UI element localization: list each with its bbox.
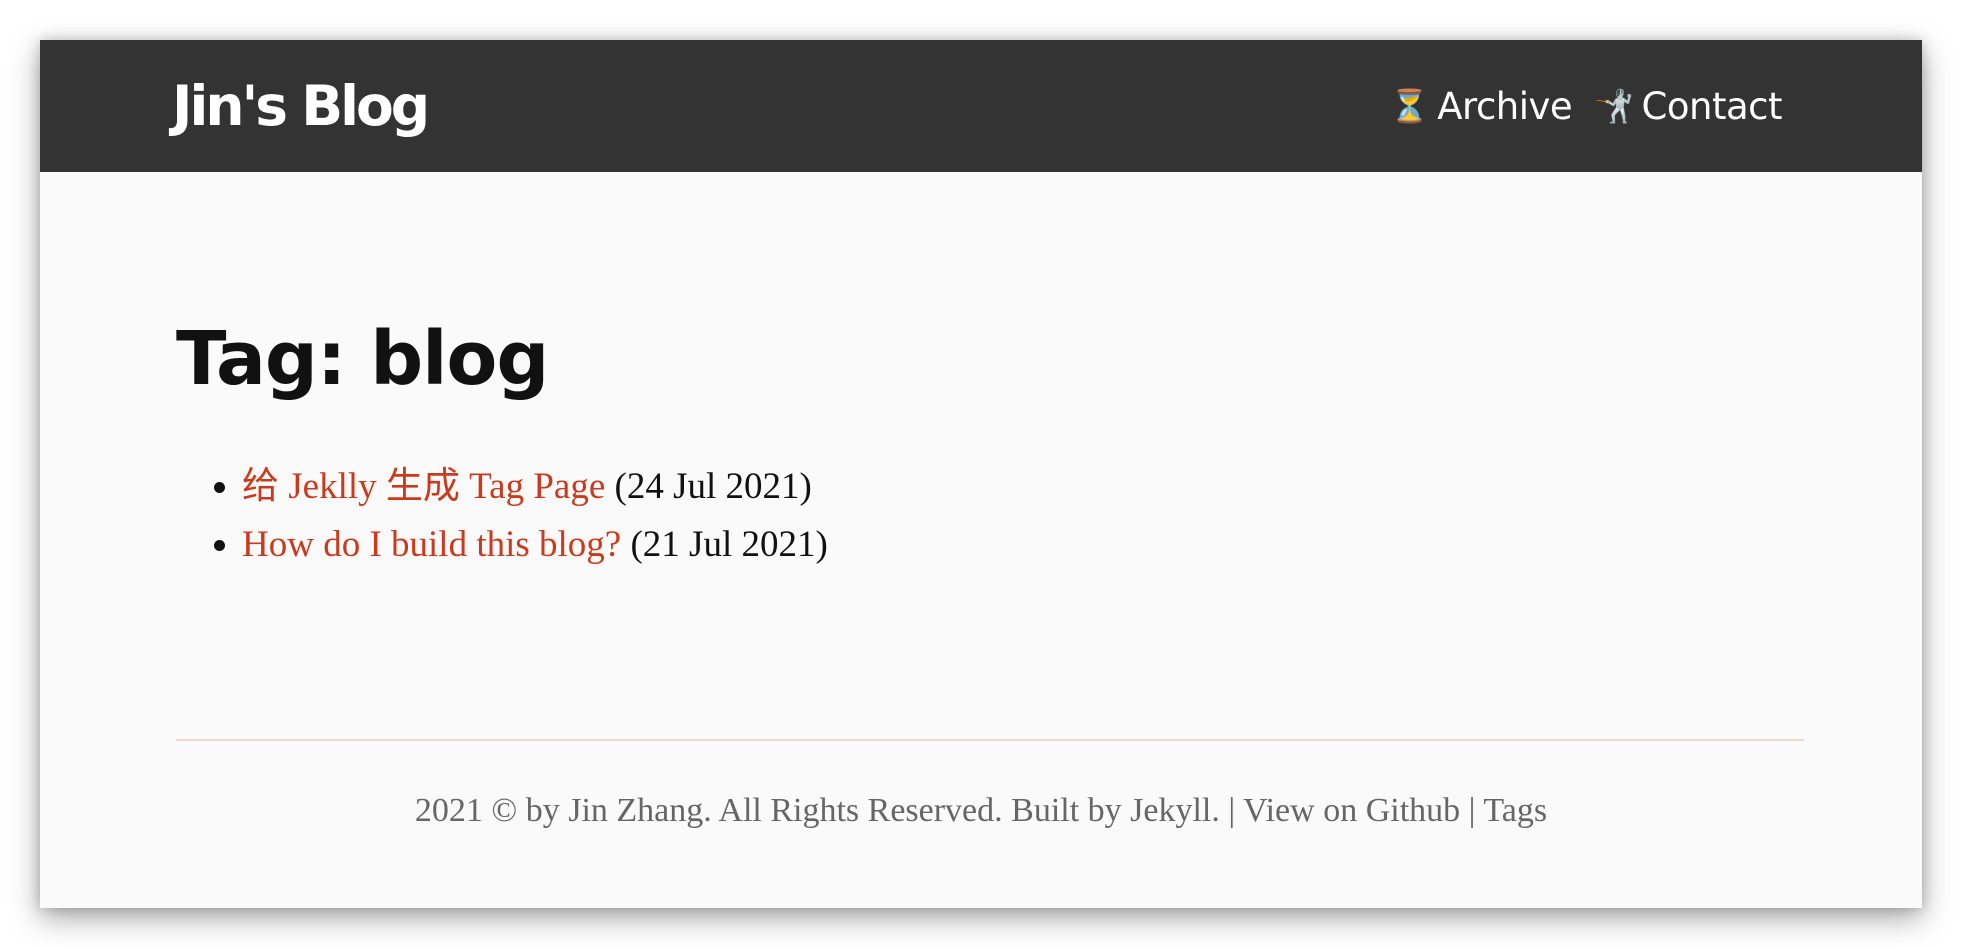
page-title: Tag: blog <box>176 316 549 402</box>
post-date: (21 Jul 2021) <box>630 524 828 565</box>
divider <box>176 739 1804 741</box>
github-link[interactable]: View on Github <box>1243 792 1460 829</box>
navbar: Jin's Blog ⏳ Archive 🤺 Contact <box>40 40 1922 172</box>
nav-links: ⏳ Archive 🤺 Contact <box>1389 80 1783 132</box>
post-date: (24 Jul 2021) <box>614 466 812 507</box>
list-item: 给 Jeklly 生成 Tag Page (24 Jul 2021) <box>242 458 828 516</box>
browser-page: Jin's Blog ⏳ Archive 🤺 Contact Tag: blog… <box>40 40 1922 908</box>
fencer-icon: 🤺 <box>1594 87 1634 125</box>
footer: 2021 © by Jin Zhang. All Rights Reserved… <box>40 792 1922 830</box>
footer-separator: | <box>1468 792 1476 829</box>
tags-link[interactable]: Tags <box>1483 792 1547 829</box>
nav-contact-link[interactable]: 🤺 Contact <box>1594 85 1782 128</box>
hourglass-icon: ⏳ <box>1389 87 1430 125</box>
footer-separator: | <box>1228 792 1236 829</box>
nav-contact-label: Contact <box>1641 84 1783 128</box>
site-title-link[interactable]: Jin's Blog <box>172 72 430 140</box>
post-link[interactable]: How do I build this blog? <box>242 524 621 565</box>
list-item: How do I build this blog? (21 Jul 2021) <box>242 516 828 574</box>
nav-archive-link[interactable]: ⏳ Archive <box>1389 84 1573 128</box>
footer-copyright: 2021 © by Jin Zhang. All Rights Reserved… <box>414 792 1220 829</box>
nav-archive-label: Archive <box>1437 84 1573 128</box>
post-list: 给 Jeklly 生成 Tag Page (24 Jul 2021) How d… <box>176 458 828 574</box>
post-link[interactable]: 给 Jeklly 生成 Tag Page <box>242 466 605 507</box>
